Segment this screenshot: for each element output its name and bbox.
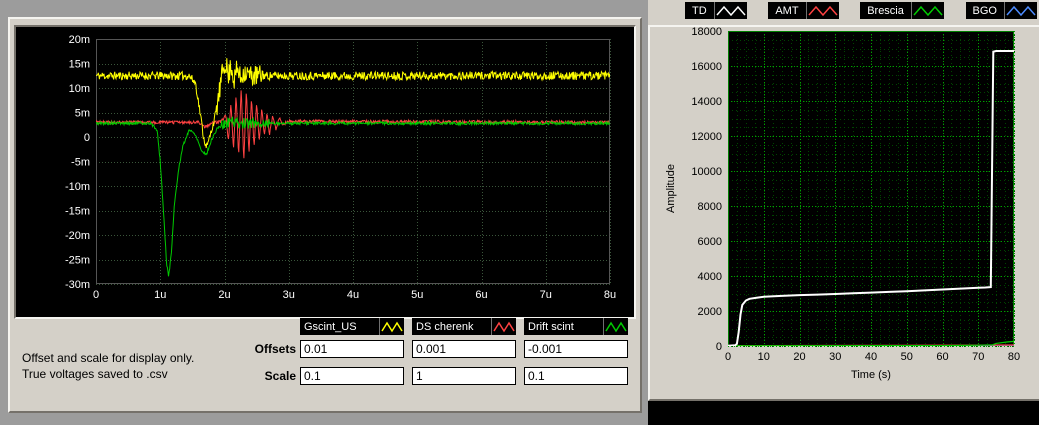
offset-input-3[interactable]	[524, 340, 628, 358]
svg-text:2000: 2000	[698, 306, 722, 318]
legend-item-bgo[interactable]: BGO	[965, 2, 1037, 19]
scale-input-3[interactable]	[524, 367, 628, 385]
waveform-icon	[911, 2, 944, 19]
svg-text:-5m: -5m	[71, 157, 90, 169]
scope-panel: 20m 15m 10m 5m 0 -5m -10m -15m -20m -25m -30m 0 1u 2u…	[8, 17, 642, 413]
waveform-icon	[806, 2, 839, 19]
svg-text:1u: 1u	[154, 289, 166, 301]
svg-text:-30m: -30m	[65, 279, 90, 291]
scale-input-2[interactable]	[412, 367, 516, 385]
svg-text:6u: 6u	[475, 289, 487, 301]
svg-text:10m: 10m	[69, 83, 90, 95]
svg-text:0: 0	[716, 341, 722, 353]
svg-text:20m: 20m	[69, 34, 90, 46]
monitor-legend: TD AMT Brescia BGO	[685, 2, 1037, 19]
monitor-panel: 0 2000 4000 6000 8000 10000 12000 14000 16000 180…	[648, 25, 1039, 401]
app-window: 20m 15m 10m 5m 0 -5m -10m -15m -20m -25m -30m 0 1u 2u…	[0, 0, 1039, 425]
legend-label: BGO	[966, 2, 1005, 19]
svg-text:15m: 15m	[69, 59, 90, 71]
waveform-graph[interactable]: 20m 15m 10m 5m 0 -5m -10m -15m -20m -25m -30m 0 1u 2u…	[14, 25, 636, 319]
offsets-row	[300, 340, 628, 358]
svg-text:5u: 5u	[411, 289, 423, 301]
waveform-icon	[380, 318, 404, 335]
legend-item-drift-scint[interactable]: Drift scint	[524, 318, 628, 335]
waveform-icon	[492, 318, 516, 335]
svg-text:2u: 2u	[218, 289, 230, 301]
svg-text:50: 50	[901, 351, 913, 363]
svg-text:6000: 6000	[698, 236, 722, 248]
svg-text:8u: 8u	[604, 289, 616, 301]
waveform-icon	[604, 318, 628, 335]
legend-item-ds-cherenk[interactable]: DS cherenk	[412, 318, 516, 335]
svg-text:0: 0	[93, 289, 99, 301]
scale-input-1[interactable]	[300, 367, 404, 385]
svg-text:0: 0	[725, 351, 731, 363]
svg-text:4000: 4000	[698, 271, 722, 283]
svg-text:30: 30	[829, 351, 841, 363]
offset-input-1[interactable]	[300, 340, 404, 358]
legend-label: DS cherenk	[412, 318, 492, 335]
svg-text:10000: 10000	[691, 166, 722, 178]
svg-text:14000: 14000	[691, 96, 722, 108]
waveform-icon	[1004, 2, 1037, 19]
svg-text:20: 20	[793, 351, 805, 363]
svg-text:80: 80	[1008, 351, 1020, 363]
svg-text:40: 40	[865, 351, 877, 363]
svg-text:-15m: -15m	[65, 206, 90, 218]
amplitude-graph[interactable]: 0 2000 4000 6000 8000 10000 12000 14000 16000 180…	[650, 27, 1035, 395]
legend-label: Brescia	[860, 2, 912, 19]
svg-text:Time (s): Time (s)	[851, 369, 891, 381]
waveform-legend: Gscint_US DS cherenk Drift scint	[300, 318, 628, 335]
svg-text:10: 10	[758, 351, 770, 363]
legend-label: TD	[685, 2, 715, 19]
svg-text:60: 60	[936, 351, 948, 363]
svg-text:70: 70	[972, 351, 984, 363]
svg-text:8000: 8000	[698, 201, 722, 213]
legend-label: Drift scint	[524, 318, 604, 335]
note-line-2: True voltages saved to .csv	[22, 367, 168, 381]
svg-text:-20m: -20m	[65, 230, 90, 242]
legend-item-brescia[interactable]: Brescia	[860, 2, 944, 19]
scale-row	[300, 367, 628, 385]
legend-label: Gscint_US	[300, 318, 380, 335]
note-text: Offset and scale for display only. True …	[22, 350, 252, 382]
svg-text:-10m: -10m	[65, 181, 90, 193]
svg-text:-25m: -25m	[65, 255, 90, 267]
svg-text:0: 0	[84, 132, 90, 144]
legend-item-td[interactable]: TD	[685, 2, 747, 19]
waveform-graph-canvas[interactable]: 20m15m10m5m0-5m-10m-15m-20m-25m-30m0 1u 2u…	[16, 27, 630, 313]
svg-text:12000: 12000	[691, 131, 722, 143]
svg-text:3u: 3u	[283, 289, 295, 301]
note-line-1: Offset and scale for display only.	[22, 351, 195, 365]
svg-text:4u: 4u	[347, 289, 359, 301]
offset-input-2[interactable]	[412, 340, 516, 358]
svg-text:18000: 18000	[691, 27, 722, 38]
svg-text:7u: 7u	[540, 289, 552, 301]
waveform-icon	[714, 2, 747, 19]
svg-text:Amplitude: Amplitude	[665, 164, 677, 213]
legend-item-gscint-us[interactable]: Gscint_US	[300, 318, 404, 335]
svg-text:5m: 5m	[75, 108, 90, 120]
svg-text:16000: 16000	[691, 61, 722, 73]
legend-label: AMT	[768, 2, 807, 19]
legend-item-amt[interactable]: AMT	[768, 2, 839, 19]
